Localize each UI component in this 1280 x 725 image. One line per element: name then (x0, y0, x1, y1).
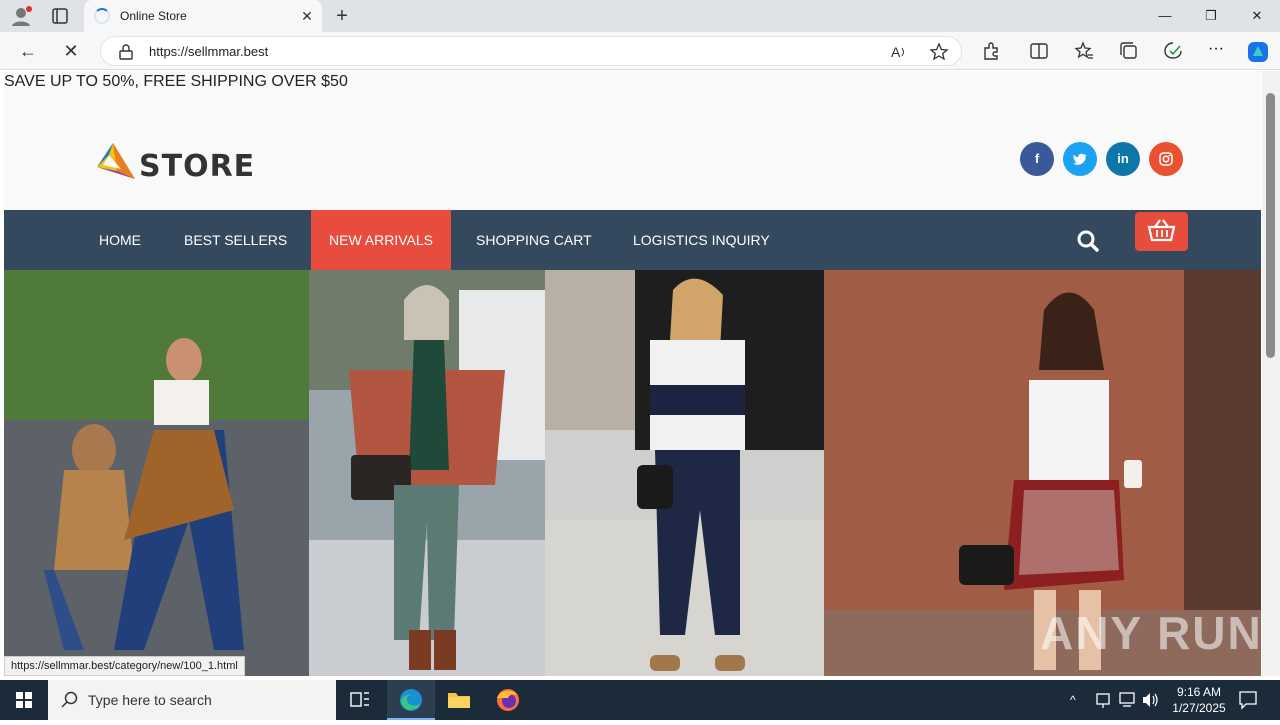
linkedin-icon[interactable]: in (1106, 142, 1140, 176)
address-bar[interactable]: https://sellmmar.best A (100, 36, 962, 66)
copilot-icon[interactable] (1246, 40, 1268, 62)
logo-text: STORE (139, 149, 256, 184)
search-icon (61, 691, 78, 708)
network-icon[interactable] (1117, 680, 1137, 720)
basket-icon (1147, 219, 1176, 242)
store-logo[interactable]: STORE (95, 141, 254, 184)
minimize-button[interactable]: — (1142, 0, 1188, 32)
nav-home[interactable]: HOME (79, 210, 161, 270)
url-text[interactable]: https://sellmmar.best (149, 44, 268, 59)
task-view-icon[interactable] (336, 680, 384, 720)
search-icon[interactable] (1076, 229, 1100, 253)
windows-logo-icon (16, 692, 32, 708)
browser-titlebar: Online Store ✕ + — ❐ ✕ (0, 0, 1280, 32)
system-clock[interactable]: 9:16 AM 1/27/2025 (1160, 684, 1238, 716)
tab-title: Online Store (120, 9, 187, 23)
start-button[interactable] (0, 680, 48, 720)
tab-close-icon[interactable]: ✕ (298, 7, 316, 25)
nav-logistics-inquiry[interactable]: LOGISTICS INQUIRY (613, 210, 790, 270)
web-page: SAVE UP TO 50%, FREE SHIPPING OVER $50 S… (4, 71, 1261, 676)
back-button[interactable]: ← (15, 39, 41, 63)
profile-icon[interactable] (10, 5, 34, 27)
favorite-star-icon[interactable] (929, 42, 949, 62)
windows-taskbar: Type here to search ^ 9:16 AM 1/27/2025 (0, 680, 1280, 720)
clock-time: 9:16 AM (1176, 685, 1222, 699)
scrollbar-thumb[interactable] (1266, 93, 1275, 358)
twitter-icon[interactable] (1063, 142, 1097, 176)
clock-date: 1/27/2025 (1172, 701, 1226, 715)
hero-photo-1[interactable] (4, 270, 309, 676)
nav-best-sellers[interactable]: BEST SELLERS (164, 210, 307, 270)
svg-text:A: A (891, 44, 901, 60)
volume-icon[interactable] (1140, 680, 1160, 720)
split-screen-icon[interactable] (1028, 40, 1050, 62)
main-nav: HOME BEST SELLERS NEW ARRIVALS SHOPPING … (4, 210, 1261, 270)
cart-button[interactable] (1135, 212, 1188, 251)
tab-actions-icon[interactable] (50, 6, 70, 26)
watermark-text: ANY RUN (1040, 607, 1263, 659)
taskbar-search[interactable]: Type here to search (48, 680, 336, 720)
read-aloud-icon[interactable]: A (889, 42, 909, 62)
hero-photo-3[interactable] (545, 270, 824, 676)
restore-button[interactable]: ❐ (1188, 0, 1234, 32)
nav-new-arrivals[interactable]: NEW ARRIVALS (311, 210, 451, 270)
promo-banner: SAVE UP TO 50%, FREE SHIPPING OVER $50 (4, 73, 348, 90)
taskbar-search-placeholder: Type here to search (88, 692, 212, 708)
firefox-icon[interactable] (484, 680, 532, 720)
hero-photo-2[interactable] (309, 270, 545, 676)
address-toolbar: ← ✕ https://sellmmar.best A ··· (0, 32, 1280, 70)
page-scrollbar[interactable] (1262, 71, 1280, 676)
settings-more-icon[interactable]: ··· (1205, 40, 1227, 62)
collections-icon[interactable] (1118, 40, 1140, 62)
stop-loading-button[interactable]: ✕ (58, 39, 84, 63)
facebook-icon[interactable]: f (1020, 142, 1054, 176)
close-window-button[interactable]: ✕ (1234, 0, 1280, 32)
browser-tab[interactable]: Online Store ✕ (84, 0, 322, 32)
loading-icon (94, 8, 110, 24)
new-tab-button[interactable]: + (330, 4, 354, 28)
edge-taskbar-icon[interactable] (387, 680, 435, 720)
favorites-icon[interactable] (1073, 40, 1095, 62)
lock-icon[interactable] (119, 44, 133, 60)
show-hidden-icons[interactable]: ^ (1070, 680, 1086, 720)
notifications-icon[interactable] (1238, 680, 1258, 720)
file-explorer-icon[interactable] (435, 680, 483, 720)
nav-shopping-cart[interactable]: SHOPPING CART (456, 210, 612, 270)
network-adapter-icon[interactable] (1094, 680, 1112, 720)
instagram-icon[interactable] (1149, 142, 1183, 176)
browser-essentials-icon[interactable] (1162, 40, 1184, 62)
status-bar-url: https://sellmmar.best/category/new/100_1… (4, 656, 245, 676)
logo-mark-icon (97, 143, 135, 179)
extensions-icon[interactable] (980, 40, 1002, 62)
